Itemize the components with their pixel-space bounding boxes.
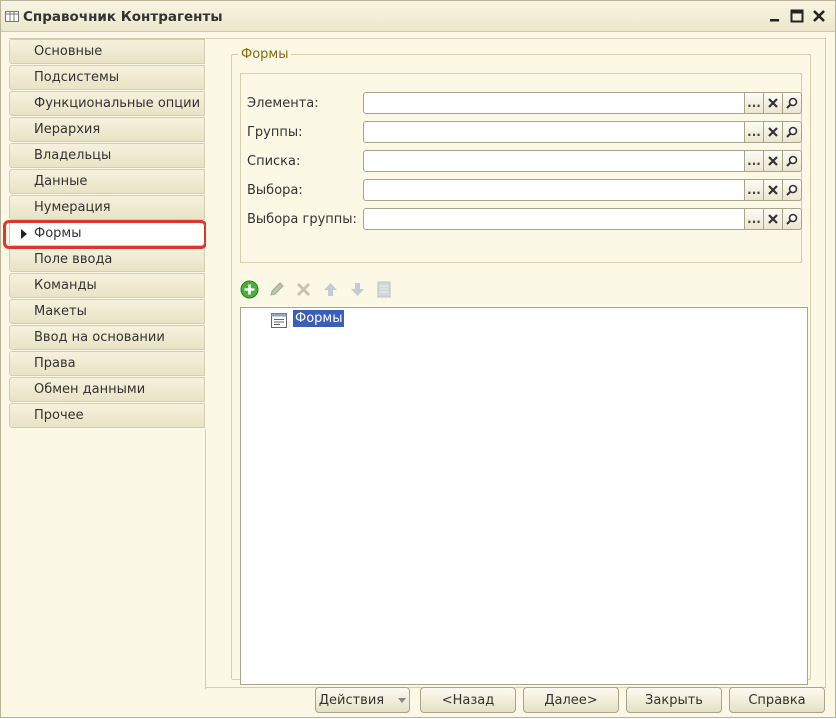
- sidebar-item-label: Иерархия: [34, 122, 101, 137]
- sidebar-item-label: Нумерация: [34, 200, 111, 215]
- sidebar-item-owners[interactable]: Владельцы: [9, 143, 205, 168]
- sidebar-item-input-field[interactable]: Поле ввода: [9, 247, 205, 272]
- add-icon[interactable]: [240, 280, 259, 299]
- delete-icon[interactable]: [294, 280, 313, 299]
- search-icon[interactable]: [783, 150, 802, 172]
- sidebar-item-data-exchange[interactable]: Обмен данными: [9, 377, 205, 402]
- actions-button[interactable]: Действия: [315, 687, 410, 713]
- sidebar-empty-area: [9, 429, 206, 689]
- clear-icon[interactable]: [764, 179, 783, 201]
- chevron-down-icon: [398, 697, 407, 703]
- sidebar-item-label: Функциональные опции: [34, 96, 201, 111]
- sidebar-item-hierarchy[interactable]: Иерархия: [9, 117, 205, 142]
- sidebar-item-label: Основные: [34, 44, 103, 59]
- sidebar-item-data[interactable]: Данные: [9, 169, 205, 194]
- sidebar-item-commands[interactable]: Команды: [9, 273, 205, 298]
- selection-highlight: [3, 220, 207, 249]
- table-icon: [5, 11, 19, 22]
- help-button[interactable]: Справка: [729, 687, 825, 713]
- search-icon[interactable]: [783, 92, 802, 114]
- select-button[interactable]: ...: [745, 150, 764, 172]
- sidebar-item-label: Данные: [34, 174, 88, 189]
- field-row-group-choice: Выбора группы: ...: [241, 208, 803, 232]
- minimize-icon[interactable]: [767, 7, 783, 25]
- title-bar: Справочник Контрагенты: [1, 1, 835, 32]
- sidebar-item-label: Владельцы: [34, 148, 112, 163]
- sidebar-item-label: Команды: [34, 278, 97, 293]
- clear-icon[interactable]: [764, 208, 783, 230]
- search-icon[interactable]: [783, 179, 802, 201]
- sidebar-item-label: Прочее: [34, 408, 84, 423]
- sidebar-item-label: Ввод на основании: [34, 330, 165, 345]
- sidebar-item-label: Макеты: [34, 304, 87, 319]
- main-panel: Элемента: ... Группы: ... Списка: ... Вы…: [206, 38, 826, 688]
- clear-icon[interactable]: [764, 150, 783, 172]
- field-row-element: Элемента: ...: [241, 92, 803, 116]
- next-button[interactable]: Далее>: [523, 687, 619, 713]
- element-form-input[interactable]: [363, 92, 745, 114]
- forms-group: Элемента: ... Группы: ... Списка: ... Вы…: [231, 54, 811, 685]
- form-icon: [271, 313, 287, 328]
- field-label: Выбора группы:: [247, 212, 357, 227]
- select-button[interactable]: ...: [745, 121, 764, 143]
- field-row-choice: Выбора: ...: [241, 179, 803, 203]
- sidebar-item-label: Подсистемы: [34, 70, 120, 85]
- group-title: Формы: [238, 47, 292, 62]
- bottom-button-bar: Действия <Назад Далее> Закрыть Справка: [1, 681, 836, 719]
- window-title: Справочник Контрагенты: [23, 9, 223, 25]
- actions-button-label: Действия: [318, 692, 385, 708]
- choice-form-input[interactable]: [363, 179, 745, 201]
- select-button[interactable]: ...: [745, 179, 764, 201]
- select-button[interactable]: ...: [745, 92, 764, 114]
- close-icon[interactable]: [811, 7, 827, 25]
- sidebar-item-functional-options[interactable]: Функциональные опции: [9, 91, 205, 116]
- forms-tree[interactable]: Формы: [240, 307, 808, 685]
- sidebar-item-other[interactable]: Прочее: [9, 403, 205, 428]
- maximize-icon[interactable]: [789, 7, 805, 25]
- sidebar-item-basic[interactable]: Основные: [9, 39, 205, 64]
- sidebar-item-label: Обмен данными: [34, 382, 146, 397]
- field-label: Списка:: [247, 154, 301, 169]
- sidebar-item-numbering[interactable]: Нумерация: [9, 195, 205, 220]
- sidebar-item-subsystems[interactable]: Подсистемы: [9, 65, 205, 90]
- sidebar-item-input-by-basis[interactable]: Ввод на основании: [9, 325, 205, 350]
- search-icon[interactable]: [783, 121, 802, 143]
- field-row-group: Группы: ...: [241, 121, 803, 145]
- sidebar-item-rights[interactable]: Права: [9, 351, 205, 376]
- select-button[interactable]: ...: [745, 208, 764, 230]
- tree-item-forms[interactable]: Формы: [293, 310, 345, 327]
- back-button[interactable]: <Назад: [420, 687, 516, 713]
- field-label: Элемента:: [247, 96, 319, 111]
- close-button[interactable]: Закрыть: [626, 687, 722, 713]
- sidebar-item-label: Права: [34, 356, 76, 371]
- properties-icon[interactable]: [375, 280, 394, 299]
- clear-icon[interactable]: [764, 121, 783, 143]
- group-choice-form-input[interactable]: [363, 208, 745, 230]
- search-icon[interactable]: [783, 208, 802, 230]
- forms-fields: Элемента: ... Группы: ... Списка: ... Вы…: [240, 73, 802, 263]
- sidebar-item-label: Поле ввода: [34, 252, 113, 267]
- group-form-input[interactable]: [363, 121, 745, 143]
- move-up-icon[interactable]: [321, 280, 340, 299]
- move-down-icon[interactable]: [348, 280, 367, 299]
- field-row-list: Списка: ...: [241, 150, 803, 174]
- list-form-input[interactable]: [363, 150, 745, 172]
- clear-icon[interactable]: [764, 92, 783, 114]
- field-label: Группы:: [247, 125, 303, 140]
- field-label: Выбора:: [247, 183, 303, 198]
- sidebar-item-templates[interactable]: Макеты: [9, 299, 205, 324]
- edit-icon[interactable]: [267, 280, 286, 299]
- window: Справочник Контрагенты Основные Подсисте…: [0, 0, 836, 718]
- forms-toolbar: [240, 279, 394, 299]
